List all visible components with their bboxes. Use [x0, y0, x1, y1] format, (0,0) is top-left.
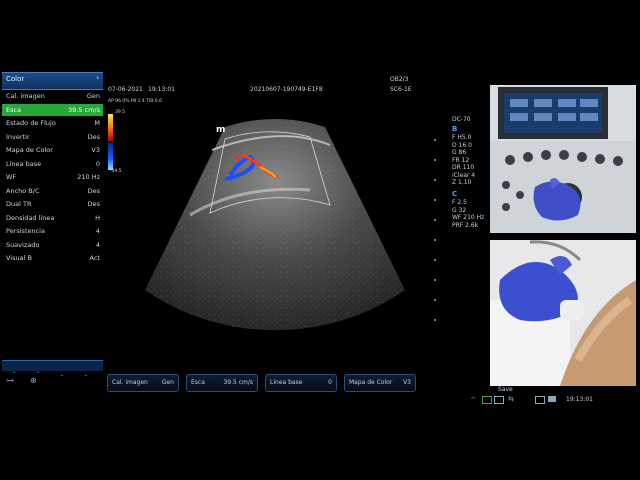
- c-mode-label: C: [452, 190, 458, 198]
- bottom-control-button[interactable]: Esca 39.5 cm/s: [186, 374, 258, 392]
- chevron-down-icon[interactable]: ⌄: [74, 371, 98, 378]
- b-mode-param: D 16.0: [452, 141, 472, 149]
- depth-scale: [432, 135, 438, 335]
- b-mode-param: Z 1.10: [452, 179, 472, 186]
- output-indices: AP 96.0% MI 1.4 TIB 0.6: [108, 99, 162, 104]
- menu-pager[interactable]: ⌃ ⌃ ⌄ ⌄: [2, 360, 103, 378]
- usb-icon: ⇆: [508, 395, 514, 403]
- exam-date: 07-06-2021: [108, 86, 143, 93]
- menu-item-value: Act: [89, 254, 100, 262]
- exam-time: 19:13:01: [148, 86, 175, 93]
- bottom-control-value: 0: [328, 379, 332, 386]
- b-mode-param: FR 12: [452, 156, 470, 164]
- menu-item[interactable]: Invertir Des: [2, 131, 103, 143]
- bottom-control-value: V3: [403, 379, 411, 386]
- scanning-photo: [490, 240, 636, 386]
- menu-item[interactable]: Suavizado 4: [2, 239, 103, 251]
- menu-item-value: Des: [87, 200, 100, 208]
- menu-item[interactable]: Densidad línea H: [2, 212, 103, 224]
- menu-item-label: Visual B: [6, 254, 32, 262]
- wifi-icon: ⌔: [470, 396, 477, 404]
- bottom-control-button[interactable]: Línea base 0: [265, 374, 337, 392]
- menu-item[interactable]: Cal. imagen Gen: [2, 90, 103, 102]
- menu-item[interactable]: Mapa de Color V3: [2, 144, 103, 156]
- menu-item-value: V3: [91, 146, 100, 154]
- console-photo: [490, 85, 636, 233]
- menu-item[interactable]: Ancho B/C Des: [2, 185, 103, 197]
- bottom-control-label: Esca: [191, 379, 205, 386]
- orientation-marker: m: [216, 125, 226, 135]
- menu-item[interactable]: Visual B Act: [2, 252, 103, 264]
- menu-item-label: Ancho B/C: [6, 186, 40, 195]
- menu-item[interactable]: Línea base 0: [2, 158, 103, 170]
- ultrasound-image[interactable]: [130, 115, 430, 345]
- bottom-control-value: Gen: [161, 379, 174, 386]
- chevron-down-icon[interactable]: ⌄: [50, 371, 74, 378]
- menu-item-label: Suavizado: [6, 240, 40, 249]
- menu-item-value: H: [95, 213, 100, 222]
- menu-item[interactable]: Persistencia 4: [2, 225, 103, 237]
- bottom-control-label: Línea base: [270, 379, 303, 386]
- menu-item-label: WF: [6, 173, 17, 181]
- bottom-control-button[interactable]: Cal. imagen Gen: [107, 374, 179, 392]
- menu-item[interactable]: Esca 39.5 cm/s: [2, 103, 103, 116]
- c-mode-param: F 2.5: [452, 199, 467, 206]
- menu-item-label: Estado de Flujo: [6, 119, 56, 127]
- color-scale-bottom: -39.5: [110, 169, 122, 174]
- preset-label: OB2/3: [390, 76, 409, 83]
- menu-item-label: Dual TR: [6, 200, 32, 208]
- mode-label: DC-70: [452, 116, 471, 123]
- color-scale-bar: [108, 114, 113, 170]
- menu-item-label: Mapa de Color: [6, 146, 53, 154]
- menu-item-label: Cal. imagen: [6, 92, 45, 100]
- menu-item-value: 39.5 cm/s: [67, 105, 100, 114]
- print-icon: [494, 396, 504, 404]
- bottom-control-label: Cal. imagen: [112, 379, 148, 386]
- c-mode-param: WF 210 Hz: [452, 214, 485, 221]
- menu-item-value: Gen: [86, 92, 100, 100]
- c-mode-param: PRF 2.6k: [452, 221, 479, 229]
- b-mode-label: B: [452, 125, 458, 133]
- menu-title: Color: [6, 75, 25, 83]
- bottom-control-button[interactable]: Mapa de Color V3: [344, 374, 416, 392]
- color-scale-top: 39.5: [115, 110, 126, 115]
- b-mode-param: G 86: [452, 149, 467, 156]
- chevron-right-icon: ›: [96, 74, 99, 82]
- menu-item-value: 4: [95, 227, 100, 235]
- bottom-control-label: Mapa de Color: [349, 379, 393, 386]
- network-icon: [535, 396, 545, 404]
- b-mode-param: DR 110: [452, 164, 475, 171]
- probe-label: SC6-1E: [390, 86, 412, 93]
- study-id: 20210607-190749-E1F8: [250, 86, 323, 93]
- menu-item[interactable]: Estado de Flujo M: [2, 117, 103, 129]
- menu-item[interactable]: Dual TR Des: [2, 198, 103, 210]
- battery-icon: [548, 396, 556, 402]
- menu-item-value: Des: [87, 132, 100, 141]
- bottom-control-value: 39.5 cm/s: [223, 379, 253, 386]
- status-time: 19:13:01: [566, 396, 593, 403]
- menu-item-value: 4: [95, 240, 100, 249]
- trackball-icon[interactable]: ⊶: [6, 376, 14, 385]
- storage-icon: [482, 396, 492, 404]
- menu-item-value: 210 Hz: [77, 173, 100, 181]
- menu-item-label: Línea base: [6, 159, 42, 168]
- menu-item-label: Densidad línea: [6, 213, 55, 222]
- menu-item-value: Des: [87, 186, 100, 195]
- save-label[interactable]: Save: [498, 386, 513, 393]
- menu-item-label: Invertir: [6, 132, 30, 141]
- menu-header[interactable]: Color ›: [2, 72, 103, 90]
- menu-item[interactable]: WF 210 Hz: [2, 171, 103, 183]
- c-mode-param: G 32: [452, 206, 467, 214]
- menu-item-label: Esca: [6, 105, 22, 114]
- b-mode-param: F H5.0: [452, 134, 472, 141]
- crosshair-icon[interactable]: ⊕: [30, 376, 37, 385]
- menu-item-value: 0: [95, 159, 100, 168]
- menu-item-label: Persistencia: [6, 227, 45, 235]
- menu-item-value: M: [94, 119, 100, 127]
- b-mode-param: iClear 4: [452, 171, 476, 179]
